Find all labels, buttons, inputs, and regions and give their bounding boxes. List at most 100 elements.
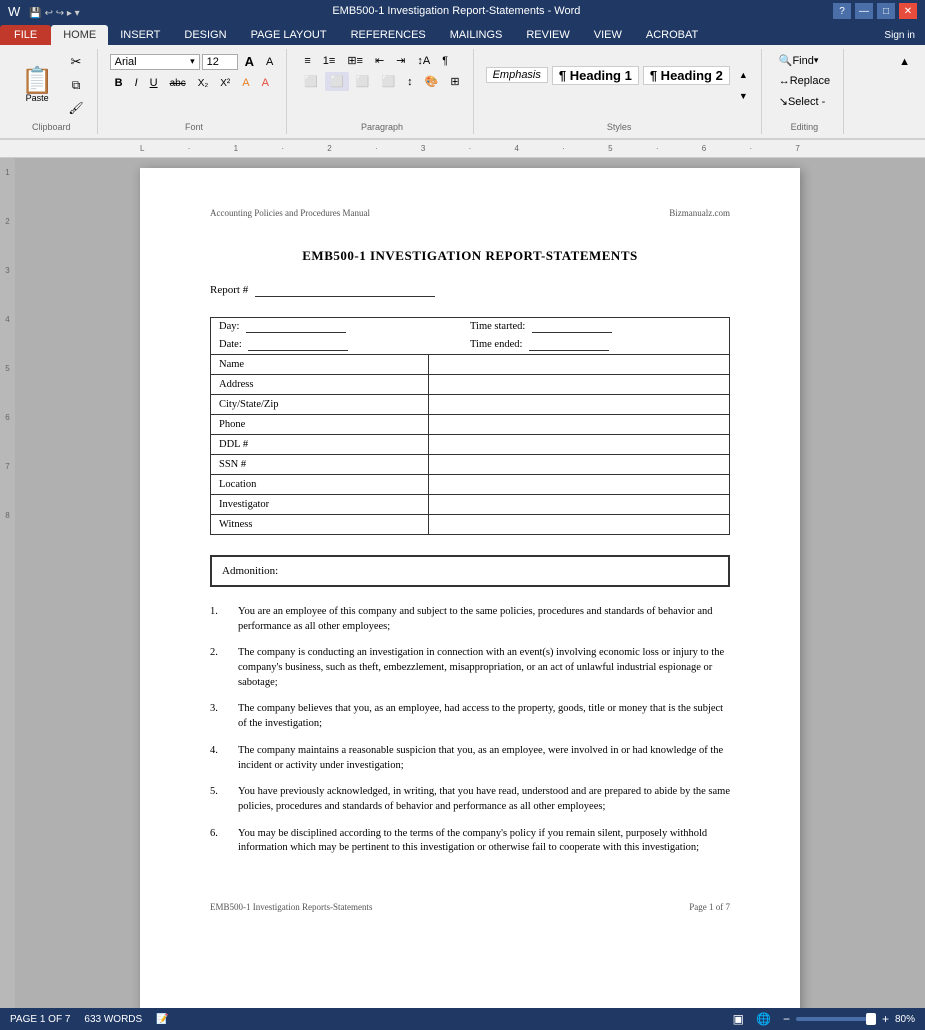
ssn-value (428, 455, 729, 475)
table-row-address: Address (211, 375, 730, 395)
shrink-font-button[interactable]: A (261, 53, 278, 71)
list-text-1: You are an employee of this company and … (238, 605, 730, 634)
zoom-track[interactable] (796, 1017, 876, 1021)
ribbon-collapse-btn[interactable]: ▲ (894, 53, 915, 71)
grow-font-button[interactable]: A (240, 51, 259, 72)
close-btn[interactable]: ✕ (899, 3, 917, 19)
clipboard-label: Clipboard (32, 122, 71, 132)
border-button[interactable]: ⊞ (445, 72, 464, 91)
show-marks-button[interactable]: ¶ (437, 52, 453, 70)
styles-scroll-down[interactable]: ▼ (734, 88, 753, 104)
tab-file[interactable]: FILE (0, 25, 51, 45)
text-highlight-button[interactable]: A (237, 74, 254, 92)
style-emphasis[interactable]: Emphasis (486, 67, 548, 83)
zoom-out-btn[interactable]: − (781, 1012, 792, 1026)
web-view-btn[interactable]: 🌐 (754, 1012, 773, 1026)
strikethrough-button[interactable]: abc (165, 75, 191, 92)
sort-button[interactable]: ↕A (412, 52, 435, 70)
paragraph-controls: ≡ 1≡ ⊞≡ ⇤ ⇥ ↕A ¶ ⬜ ⬜ ⬜ ⬜ ↕ 🎨 ⊞ (299, 51, 464, 91)
list-num-3: 3. (210, 702, 238, 731)
date-time-row-content: Date: Time ended: (211, 336, 729, 354)
underline-button[interactable]: U (145, 74, 163, 92)
paste-icon: 📋 (21, 67, 53, 93)
find-button[interactable]: 🔍 Find ▾ (774, 51, 824, 70)
font-row2: B I U abc X₂ X² A A (110, 74, 279, 92)
admonition-box: Admonition: (210, 555, 730, 587)
font-name-selector[interactable]: Arial ▾ (110, 54, 200, 70)
font-size: 12 (207, 56, 219, 68)
superscript-button[interactable]: X² (215, 75, 235, 92)
font-dropdown-icon: ▾ (190, 56, 195, 67)
footer-left: EMB500-1 Investigation Reports-Statement… (210, 902, 372, 912)
tab-insert[interactable]: INSERT (108, 25, 172, 45)
page-area[interactable]: Accounting Policies and Procedures Manua… (15, 158, 925, 1028)
list-num-4: 4. (210, 744, 238, 773)
decrease-indent-button[interactable]: ⇤ (370, 51, 389, 70)
list-num-6: 6. (210, 827, 238, 856)
style-heading1[interactable]: ¶ Heading 1 (552, 66, 639, 85)
numbering-button[interactable]: 1≡ (318, 52, 341, 70)
main-area: 1 2 3 4 5 6 7 8 Accounting Policies and … (0, 158, 925, 1028)
tab-home[interactable]: HOME (51, 25, 108, 45)
para-row2: ⬜ ⬜ ⬜ ⬜ ↕ 🎨 ⊞ (299, 72, 464, 91)
bold-button[interactable]: B (110, 74, 128, 92)
style-heading2[interactable]: ¶ Heading 2 (643, 66, 730, 85)
bullets-button[interactable]: ≡ (299, 52, 315, 70)
paste-label: Paste (26, 93, 49, 103)
day-field: Day: (219, 321, 470, 333)
replace-label: Replace (790, 75, 830, 87)
proofing-icon[interactable]: 📝 (156, 1014, 168, 1025)
styles-scroll-up[interactable]: ▲ (734, 67, 753, 83)
ddl-label: DDL # (211, 435, 429, 455)
witness-value (428, 515, 729, 535)
copy-button[interactable]: ⧉ (63, 75, 88, 96)
align-left-button[interactable]: ⬜ (299, 72, 323, 91)
day-value (246, 321, 346, 333)
maximize-btn[interactable]: □ (877, 3, 895, 19)
select-button[interactable]: ↘ Select - (774, 92, 831, 111)
minimize-btn[interactable]: — (855, 3, 873, 19)
line-spacing-button[interactable]: ↕ (402, 73, 418, 91)
word-icon: W (8, 4, 20, 19)
tab-review[interactable]: REVIEW (514, 25, 581, 45)
tab-design[interactable]: DESIGN (172, 25, 238, 45)
subscript-button[interactable]: X₂ (193, 75, 214, 92)
replace-button[interactable]: ↔ Replace (774, 72, 835, 90)
align-center-button[interactable]: ⬜ (325, 72, 349, 91)
day-time-row-content: Day: Time started: (211, 318, 729, 336)
list-num-2: 2. (210, 646, 238, 690)
tab-page-layout[interactable]: PAGE LAYOUT (239, 25, 339, 45)
multilevel-button[interactable]: ⊞≡ (342, 51, 368, 70)
italic-button[interactable]: I (130, 74, 143, 92)
font-color-button[interactable]: A (257, 74, 274, 92)
styles-content: Emphasis ¶ Heading 1 ¶ Heading 2 ▲ ▼ (486, 51, 753, 118)
page-info: PAGE 1 OF 7 (10, 1014, 70, 1025)
justify-button[interactable]: ⬜ (376, 72, 400, 91)
admonition-label: Admonition: (222, 565, 278, 577)
font-group: Arial ▾ 12 A A B I U abc X₂ X² A A Font (102, 49, 288, 134)
zoom-in-btn[interactable]: + (880, 1012, 891, 1026)
print-view-btn[interactable]: ▣ (731, 1012, 746, 1026)
tab-mailings[interactable]: MAILINGS (438, 25, 515, 45)
doc-title: EMB500-1 INVESTIGATION REPORT-STATEMENTS (210, 248, 730, 264)
paste-button[interactable]: 📋 Paste (14, 58, 60, 112)
help-btn[interactable]: ? (833, 3, 851, 19)
title-bar: W 💾 ↩ ↪ ▸ ▾ EMB500-1 Investigation Repor… (0, 0, 925, 22)
address-value (428, 375, 729, 395)
format-painter-button[interactable]: 🖌 (63, 98, 88, 118)
tab-references[interactable]: REFERENCES (339, 25, 438, 45)
increase-indent-button[interactable]: ⇥ (391, 51, 410, 70)
cut-button[interactable]: ✂ (63, 51, 88, 73)
ribbon-tabs: FILE HOME INSERT DESIGN PAGE LAYOUT REFE… (0, 22, 925, 45)
word-count: 633 WORDS (84, 1014, 142, 1025)
tab-acrobat[interactable]: ACROBAT (634, 25, 710, 45)
table-row-ssn: SSN # (211, 455, 730, 475)
font-size-selector[interactable]: 12 (202, 54, 238, 70)
align-right-button[interactable]: ⬜ (351, 72, 375, 91)
sign-in[interactable]: Sign in (884, 30, 925, 41)
tab-view[interactable]: VIEW (582, 25, 634, 45)
styles-label: Styles (607, 122, 632, 132)
find-dropdown-icon: ▾ (814, 55, 819, 66)
list-item-5: 5. You have previously acknowledged, in … (210, 785, 730, 814)
shading-button[interactable]: 🎨 (420, 72, 444, 91)
